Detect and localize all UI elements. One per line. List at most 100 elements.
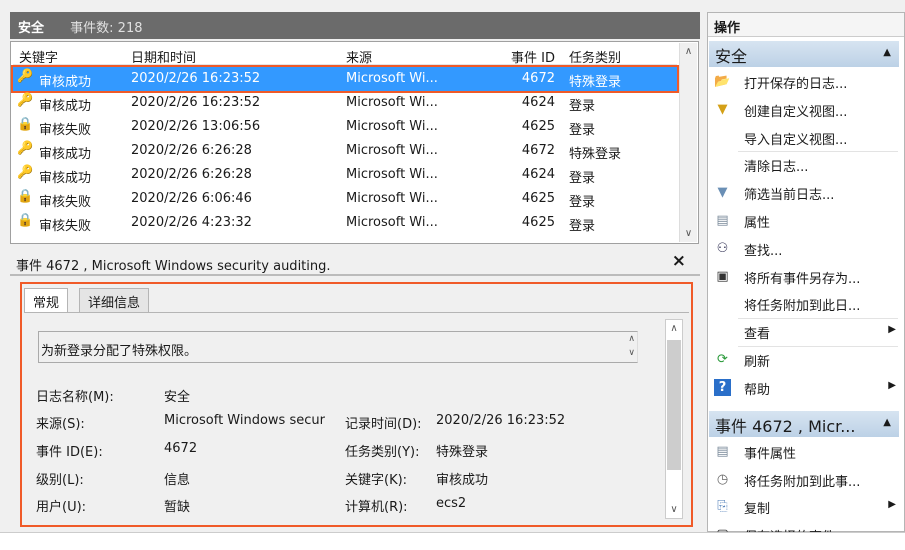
table-row[interactable]: 🔒 审核失败 2020/2/26 4:23:32 Microsoft Wi... … xyxy=(13,211,677,235)
user-value: 暂缺 xyxy=(164,500,191,515)
action-label: 帮助 xyxy=(744,382,771,398)
action-label: 打开保存的日志... xyxy=(744,77,848,92)
cell-source: Microsoft Wi... xyxy=(346,143,438,158)
cell-event-id: 4624 xyxy=(521,167,555,182)
actions-title: 操作 xyxy=(708,13,904,37)
table-row[interactable]: 🔒 审核失败 2020/2/26 13:06:56 Microsoft Wi...… xyxy=(13,115,677,139)
key-icon: 🔑 xyxy=(17,141,34,156)
cell-keyword: 审核成功 xyxy=(39,99,92,114)
action-item[interactable]: ▼ 创建自定义视图... xyxy=(714,96,898,123)
action-item[interactable]: 清除日志... xyxy=(714,151,898,178)
scroll-up-icon[interactable]: ∧ xyxy=(628,334,635,344)
source-value: Microsoft Windows secur xyxy=(164,413,325,428)
cell-task-category: 特殊登录 xyxy=(569,147,622,162)
cell-source: Microsoft Wi... xyxy=(346,167,438,182)
cell-task-category: 登录 xyxy=(569,219,596,234)
collapse-icon[interactable]: ▲ xyxy=(883,47,891,58)
properties-icon: ▤ xyxy=(716,444,729,459)
cell-task-category: 登录 xyxy=(569,99,596,114)
cell-keyword: 审核失败 xyxy=(39,123,92,138)
col-event-id[interactable]: 事件 ID xyxy=(511,47,555,66)
scroll-thumb[interactable] xyxy=(667,340,681,470)
cell-date: 2020/2/26 6:26:28 xyxy=(131,143,252,158)
attach-task-icon: ◷ xyxy=(716,471,729,487)
cell-date: 2020/2/26 16:23:52 xyxy=(131,95,261,110)
detail-title: 事件 4672 , Microsoft Windows security aud… xyxy=(16,259,331,274)
log-header: 安全 事件数: 218 xyxy=(10,12,700,39)
close-icon[interactable]: × xyxy=(672,251,686,271)
cell-keyword: 审核成功 xyxy=(39,75,92,90)
logged-label: 记录时间(D): xyxy=(345,417,422,432)
action-label: 刷新 xyxy=(744,355,771,370)
logged-value: 2020/2/26 16:23:52 xyxy=(436,413,566,428)
detail-scrollbar[interactable]: ∧ ∨ xyxy=(665,319,683,519)
log-name-label: 日志名称(M): xyxy=(36,390,114,405)
tab-details[interactable]: 详细信息 xyxy=(79,288,150,312)
action-item[interactable]: ▤ 事件属性 xyxy=(714,438,898,465)
action-item[interactable]: ▼ 筛选当前日志... xyxy=(714,179,898,206)
action-label: 将任务附加到此事... xyxy=(744,474,861,490)
cell-task-category: 登录 xyxy=(569,195,596,210)
cell-keyword: 审核成功 xyxy=(39,171,92,186)
section-event[interactable]: 事件 4672 , Micr... ▲ xyxy=(709,411,899,437)
action-item[interactable]: ◷ 将任务附加到此事... xyxy=(714,466,898,493)
action-item[interactable]: 查看 ▶ xyxy=(714,318,898,345)
key-icon: 🔑 xyxy=(17,69,34,84)
cell-task-category: 登录 xyxy=(569,123,596,138)
col-keyword[interactable]: 关键字 xyxy=(19,47,58,66)
action-label: 复制 xyxy=(744,502,771,517)
action-item[interactable]: ▤ 属性 xyxy=(714,207,898,234)
action-item[interactable]: 导入自定义视图... xyxy=(714,124,898,151)
lock-icon: 🔒 xyxy=(17,189,34,204)
action-item[interactable]: 📂 打开保存的日志... xyxy=(714,68,898,95)
tab-general[interactable]: 常规 xyxy=(24,288,69,314)
cell-task-category: 特殊登录 xyxy=(569,75,622,90)
cell-source: Microsoft Wi... xyxy=(346,95,438,110)
scroll-down-icon[interactable]: ∨ xyxy=(628,348,635,358)
action-label: 查找... xyxy=(744,243,783,259)
col-date[interactable]: 日期和时间 xyxy=(131,47,196,66)
keyword-label: 关键字(K): xyxy=(345,473,408,488)
computer-label: 计算机(R): xyxy=(345,500,408,515)
list-scrollbar[interactable]: ∧ ∨ xyxy=(679,43,697,242)
table-row[interactable]: 🔑 审核成功 2020/2/26 6:26:28 Microsoft Wi... … xyxy=(13,139,677,163)
event-list[interactable]: 关键字 日期和时间 来源 事件 ID 任务类别 🔑 审核成功 2020/2/26 … xyxy=(10,41,699,244)
table-row[interactable]: 🔑 审核成功 2020/2/26 16:23:52 Microsoft Wi...… xyxy=(13,91,677,115)
cell-event-id: 4672 xyxy=(521,143,555,158)
cell-date: 2020/2/26 6:26:28 xyxy=(131,167,252,182)
section-security[interactable]: 安全 ▲ xyxy=(709,41,899,67)
action-label: 清除日志... xyxy=(744,160,809,176)
table-row[interactable]: 🔒 审核失败 2020/2/26 6:06:46 Microsoft Wi... … xyxy=(13,187,677,211)
cell-date: 2020/2/26 4:23:32 xyxy=(131,215,252,230)
collapse-icon[interactable]: ▲ xyxy=(883,417,891,428)
cell-keyword: 审核失败 xyxy=(39,195,92,210)
user-label: 用户(U): xyxy=(36,500,87,515)
event-id-label: 事件 ID(E): xyxy=(36,445,103,460)
action-label: 将任务附加到此日... xyxy=(744,299,861,315)
lock-icon: 🔒 xyxy=(17,117,34,132)
table-row[interactable]: 🔑 审核成功 2020/2/26 16:23:52 Microsoft Wi...… xyxy=(11,65,679,93)
action-item[interactable]: 将任务附加到此日... xyxy=(714,290,898,317)
action-item[interactable]: ▣ 将所有事件另存为... xyxy=(714,263,898,290)
action-label: 查看 xyxy=(744,327,771,343)
section-event-label: 事件 4672 , Micr... xyxy=(715,417,856,436)
action-item[interactable]: ⚇ 查找... xyxy=(714,235,898,262)
cell-task-category: 登录 xyxy=(569,171,596,186)
cell-source: Microsoft Wi... xyxy=(346,119,438,134)
cell-source: Microsoft Wi... xyxy=(346,215,438,230)
message-box[interactable]: 为新登录分配了特殊权限。 ∧ ∨ xyxy=(38,331,638,363)
action-item[interactable]: ⟳ 刷新 xyxy=(714,346,898,373)
col-task-category[interactable]: 任务类别 xyxy=(569,47,621,66)
filter-icon: ▼ xyxy=(717,185,728,201)
col-source[interactable]: 来源 xyxy=(346,47,372,66)
submenu-arrow-icon: ▶ xyxy=(888,379,896,391)
cell-keyword: 审核失败 xyxy=(39,219,92,234)
cell-event-id: 4625 xyxy=(521,119,555,134)
keyword-value: 审核成功 xyxy=(436,473,489,488)
folder-open-icon: 📂 xyxy=(714,74,731,89)
action-item[interactable]: ? 帮助 ▶ xyxy=(714,374,898,401)
table-row[interactable]: 🔑 审核成功 2020/2/26 6:26:28 Microsoft Wi... … xyxy=(13,163,677,187)
section-security-label: 安全 xyxy=(715,47,748,66)
action-item[interactable]: ⎘ 复制 ▶ xyxy=(714,493,898,520)
save-icon: ▣ xyxy=(716,268,729,284)
